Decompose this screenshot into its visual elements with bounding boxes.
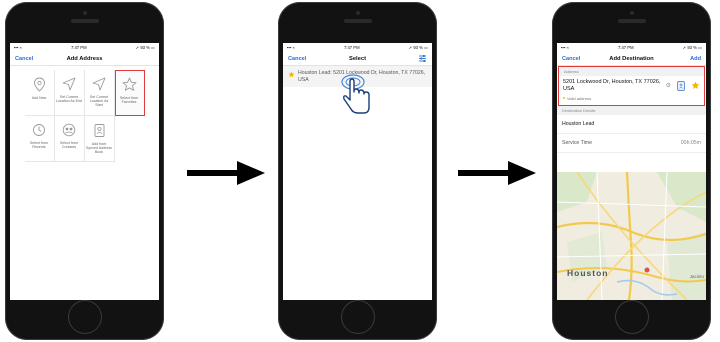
status-bar: ▪▪▪ ≈ 7:47 PM ➚ 93 % ▭ [557, 43, 706, 52]
validation-status: Valid address. [559, 96, 704, 105]
navigation-bar: Cancel Add Destination Add [557, 52, 706, 66]
service-time-value: 00h:05m [680, 139, 701, 146]
flow-arrow-icon [458, 161, 536, 185]
destination-name-row[interactable]: Houston Lead [557, 115, 706, 134]
tile-synced-address-book[interactable]: Add from Synced Address Book [84, 116, 115, 162]
status-time: 7:47 PM [70, 45, 87, 50]
tile-select-contacts[interactable]: Select from Contacts [54, 116, 85, 162]
map-graphic [557, 172, 706, 300]
cancel-button[interactable]: Cancel [562, 56, 580, 62]
signal-wifi-icon: ▪▪▪ ≈ [561, 45, 569, 50]
star-icon [288, 70, 295, 77]
speaker [618, 19, 646, 23]
navigation-bar: Cancel Select [283, 52, 432, 66]
home-button[interactable] [67, 300, 102, 334]
add-address-options: Add New Set Current Location As End Set … [24, 70, 145, 162]
signal-wifi-icon: ▪▪▪ ≈ [287, 45, 295, 50]
tile-select-recents[interactable]: Select from Recents [24, 116, 55, 162]
tile-label: Set Current Location As Start [89, 95, 109, 108]
status-time: 7:47 PM [617, 45, 634, 50]
status-battery: ➚ 93 % ▭ [408, 45, 428, 50]
status-bar: ▪▪▪ ≈ 7:47 PM ➚ 93 % ▭ [283, 43, 432, 52]
screen-select-favorite: ▪▪▪ ≈ 7:47 PM ➚ 93 % ▭ Cancel Select Hou… [283, 43, 432, 300]
phone-frame-3: ▪▪▪ ≈ 7:47 PM ➚ 93 % ▭ Cancel Add Destin… [552, 2, 711, 340]
star-icon [122, 77, 136, 91]
address-section: Address 5201 Lockwood Dr, Houston, TX 77… [558, 66, 705, 106]
destination-name: Houston Lead [562, 120, 595, 127]
map-area-label: Jacinto [689, 274, 704, 279]
location-pin-icon [33, 77, 45, 92]
tap-hand-icon [341, 74, 370, 114]
tile-current-location-start[interactable]: Set Current Location As Start [84, 70, 115, 116]
home-button[interactable] [614, 300, 649, 334]
tile-label: Select from Contacts [59, 141, 79, 150]
status-time: 7:47 PM [343, 45, 360, 50]
speaker [71, 19, 99, 23]
camera [629, 11, 634, 15]
address-book-icon[interactable] [677, 81, 685, 91]
navigation-arrow-icon [92, 77, 106, 91]
gear-icon[interactable]: ⚙ [666, 82, 671, 89]
camera [82, 11, 87, 15]
speaker [344, 19, 372, 23]
camera [355, 11, 360, 15]
service-time-row[interactable]: Service Time 00h:05m [557, 134, 706, 153]
phone-frame-1: ▪▪▪ ≈ 7:47 PM ➚ 93 % ▭ Cancel Add Addres… [5, 2, 164, 340]
status-battery: ➚ 93 % ▭ [135, 45, 155, 50]
signal-wifi-icon: ▪▪▪ ≈ [14, 45, 22, 50]
tile-label: Set Current Location As End [56, 95, 82, 104]
address-book-icon [94, 124, 104, 137]
cancel-button[interactable]: Cancel [15, 56, 33, 62]
screen-add-address: ▪▪▪ ≈ 7:47 PM ➚ 93 % ▭ Cancel Add Addres… [10, 43, 159, 300]
filter-sliders-icon[interactable] [418, 54, 427, 63]
navigation-bar: Cancel Add Address [10, 52, 159, 66]
navigation-arrow-icon [62, 77, 76, 91]
contacts-icon [62, 123, 76, 137]
address-header: Address [559, 67, 704, 76]
address-text: 5201 Lockwood Dr, Houston, TX 77026, USA [563, 79, 661, 92]
tile-add-new[interactable]: Add New [24, 70, 55, 116]
cancel-button[interactable]: Cancel [288, 56, 306, 62]
home-button[interactable] [340, 300, 375, 334]
tile-label: Select from Recents [29, 141, 49, 150]
star-icon[interactable] [691, 81, 700, 90]
tile-label: Add from Synced Address Book [86, 142, 112, 155]
map-city-label: Houston [567, 268, 609, 278]
status-bar: ▪▪▪ ≈ 7:47 PM ➚ 93 % ▭ [10, 43, 159, 52]
map-view[interactable]: Houston Jacinto [557, 172, 706, 300]
tile-current-location-end[interactable]: Set Current Location As End [54, 70, 85, 116]
flow-arrow-icon [187, 161, 265, 185]
tile-label: Select from Favorites [119, 96, 139, 105]
tile-select-favorites[interactable]: Select from Favorites [114, 70, 145, 116]
history-icon [33, 124, 45, 136]
status-battery: ➚ 93 % ▭ [682, 45, 702, 50]
screen-add-destination: ▪▪▪ ≈ 7:47 PM ➚ 93 % ▭ Cancel Add Destin… [557, 43, 706, 300]
add-button[interactable]: Add [690, 56, 701, 62]
destination-details-header: Destination Details [557, 105, 706, 115]
tile-label: Add New [31, 96, 47, 100]
service-time-label: Service Time [562, 139, 592, 146]
address-row[interactable]: 5201 Lockwood Dr, Houston, TX 77026, USA… [559, 76, 704, 96]
phone-frame-2: ▪▪▪ ≈ 7:47 PM ➚ 93 % ▭ Cancel Select Hou… [278, 2, 437, 340]
